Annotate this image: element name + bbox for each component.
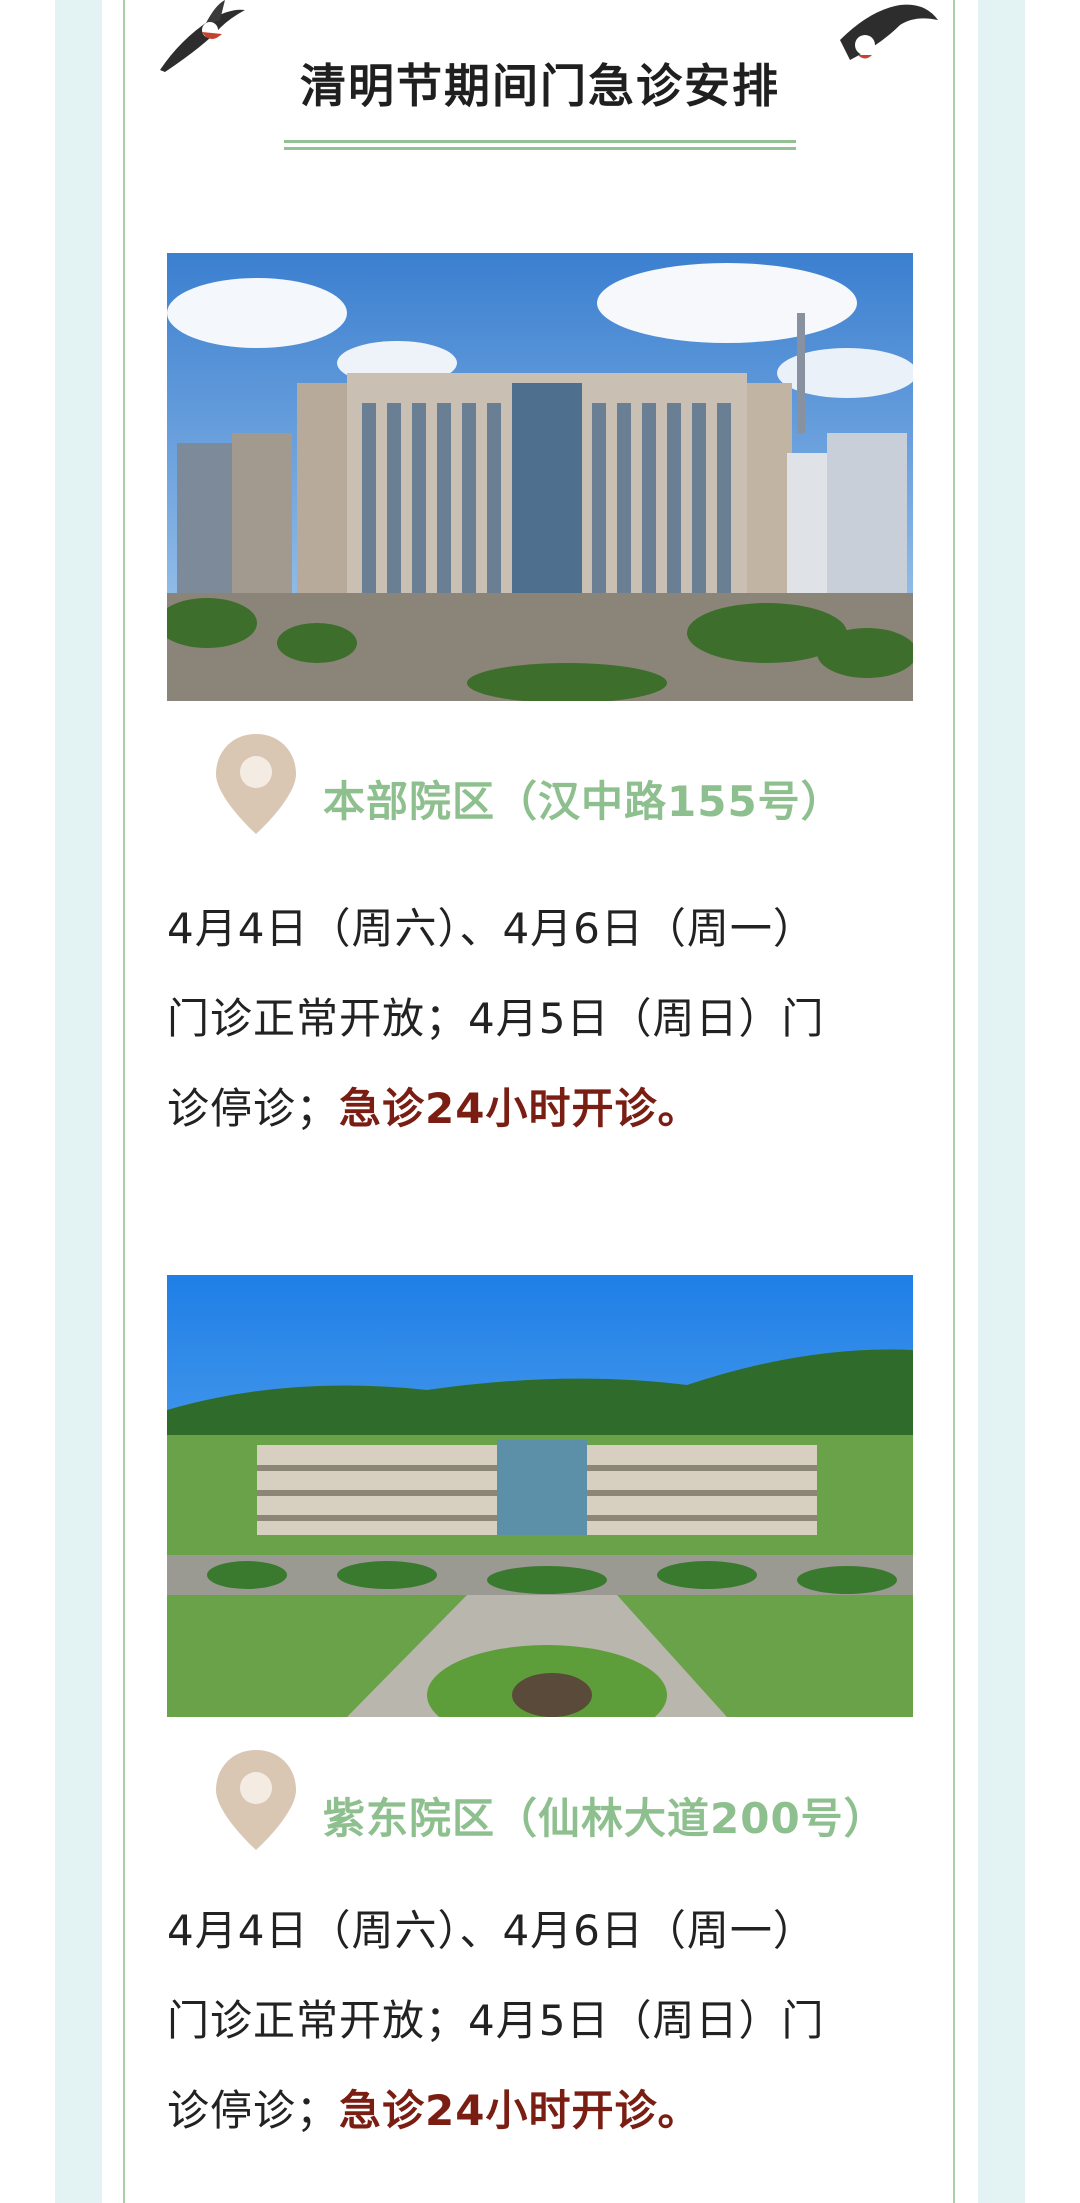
campus-schedule: 4月4日（周六）、4月6日（周一） 门诊正常开放；4月5日（周日）门 诊停诊；急… bbox=[167, 1886, 927, 2156]
location-pin-icon bbox=[216, 734, 296, 834]
schedule-text: 诊停诊； bbox=[167, 1084, 340, 1133]
border-line-right bbox=[953, 0, 955, 2203]
emergency-highlight: 急诊24小时开诊。 bbox=[339, 2086, 701, 2135]
schedule-line: 4月4日（周六）、4月6日（周一） bbox=[167, 1906, 816, 1955]
emergency-highlight: 急诊24小时开诊。 bbox=[339, 1084, 701, 1133]
schedule-line: 4月4日（周六）、4月6日（周一） bbox=[167, 904, 816, 953]
campus-name: 紫东院区（仙林大道200号） bbox=[323, 1794, 887, 1843]
page-title: 清明节期间门急诊安排 bbox=[300, 59, 780, 113]
schedule-line: 门诊正常开放；4月5日（周日）门 bbox=[167, 1996, 825, 2045]
campus-photo-zidong bbox=[167, 1275, 913, 1717]
title-divider bbox=[284, 140, 796, 150]
campus-photo-main bbox=[167, 253, 913, 701]
schedule-line: 诊停诊；急诊24小时开诊。 bbox=[167, 1064, 927, 1154]
schedule-line: 诊停诊；急诊24小时开诊。 bbox=[167, 2066, 927, 2156]
campus-schedule: 4月4日（周六）、4月6日（周一） 门诊正常开放；4月5日（周日）门 诊停诊；急… bbox=[167, 884, 927, 1154]
location-pin-icon bbox=[216, 1750, 296, 1850]
campus-name: 本部院区（汉中路155号） bbox=[323, 777, 844, 826]
border-line-left bbox=[123, 0, 125, 2203]
schedule-line: 门诊正常开放；4月5日（周日）门 bbox=[167, 994, 825, 1043]
schedule-text: 诊停诊； bbox=[167, 2086, 340, 2135]
